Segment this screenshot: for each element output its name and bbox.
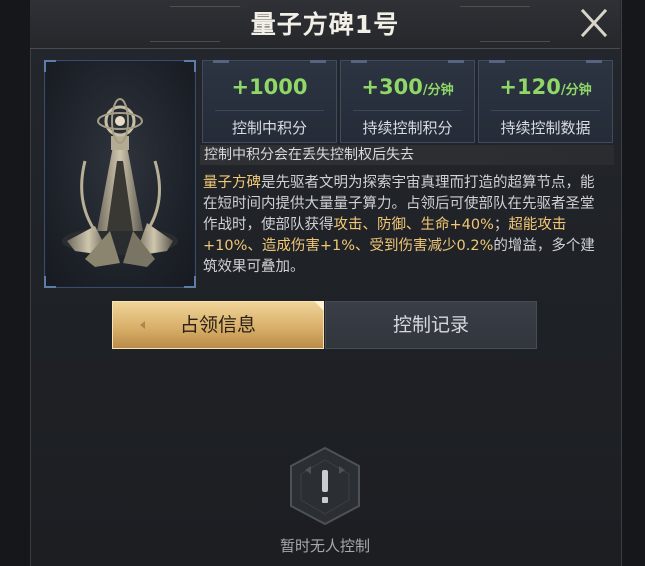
stat-value: +1000 — [203, 75, 336, 99]
stat-continuous-data: +120/分钟 持续控制数据 — [478, 60, 613, 143]
stat-divider — [215, 110, 324, 111]
points-loss-note: 控制中积分会在丢失控制权后失去 — [200, 145, 614, 165]
stat-unit: /分钟 — [422, 83, 454, 98]
corner-decoration — [44, 276, 56, 288]
stat-divider — [491, 110, 600, 111]
tab-bar: 占领信息 控制记录 — [112, 301, 537, 349]
stat-label: 持续控制积分 — [362, 119, 453, 137]
stat-divider — [353, 110, 462, 111]
stat-number: +1000 — [231, 75, 308, 99]
tab-control-records[interactable]: 控制记录 — [325, 301, 537, 349]
stat-control-points: +1000 控制中积分 — [202, 60, 337, 143]
stat-notch — [351, 60, 367, 63]
warning-hexagon-icon — [290, 446, 360, 526]
building-image-card — [44, 60, 196, 288]
stat-notch — [448, 60, 464, 63]
building-description: 量子方碑是先驱者文明为探索宇宙真理而打造的超算节点，能在短时间内提供大量量子算力… — [203, 173, 607, 278]
building-name: 量子方碑 — [203, 175, 261, 191]
stat-notch — [310, 60, 326, 63]
stat-number: +300 — [361, 75, 423, 99]
stat-value: +120/分钟 — [479, 75, 612, 99]
close-icon — [580, 8, 608, 38]
corner-decoration — [184, 276, 196, 288]
stat-label: 持续控制数据 — [500, 119, 591, 137]
stat-continuous-points: +300/分钟 持续控制积分 — [340, 60, 475, 143]
stat-value: +300/分钟 — [341, 75, 474, 99]
stat-notch — [586, 60, 602, 63]
stat-notch — [213, 60, 229, 63]
tab-occupation-info[interactable]: 占领信息 — [112, 301, 324, 349]
description-text: ； — [493, 217, 509, 233]
empty-state-text: 暂时无人控制 — [279, 537, 370, 555]
buff-highlight: 攻击、防御、生命+40% — [333, 217, 494, 233]
stat-number: +120 — [499, 75, 561, 99]
dialog-title: 量子方碑1号 — [250, 10, 400, 39]
corner-decoration — [44, 60, 56, 72]
stat-label: 控制中积分 — [231, 119, 307, 137]
stat-notch — [489, 60, 505, 63]
corner-decoration — [184, 60, 196, 72]
close-button[interactable] — [576, 6, 612, 40]
stat-unit: /分钟 — [560, 83, 592, 98]
quantum-monument-image — [62, 98, 178, 267]
